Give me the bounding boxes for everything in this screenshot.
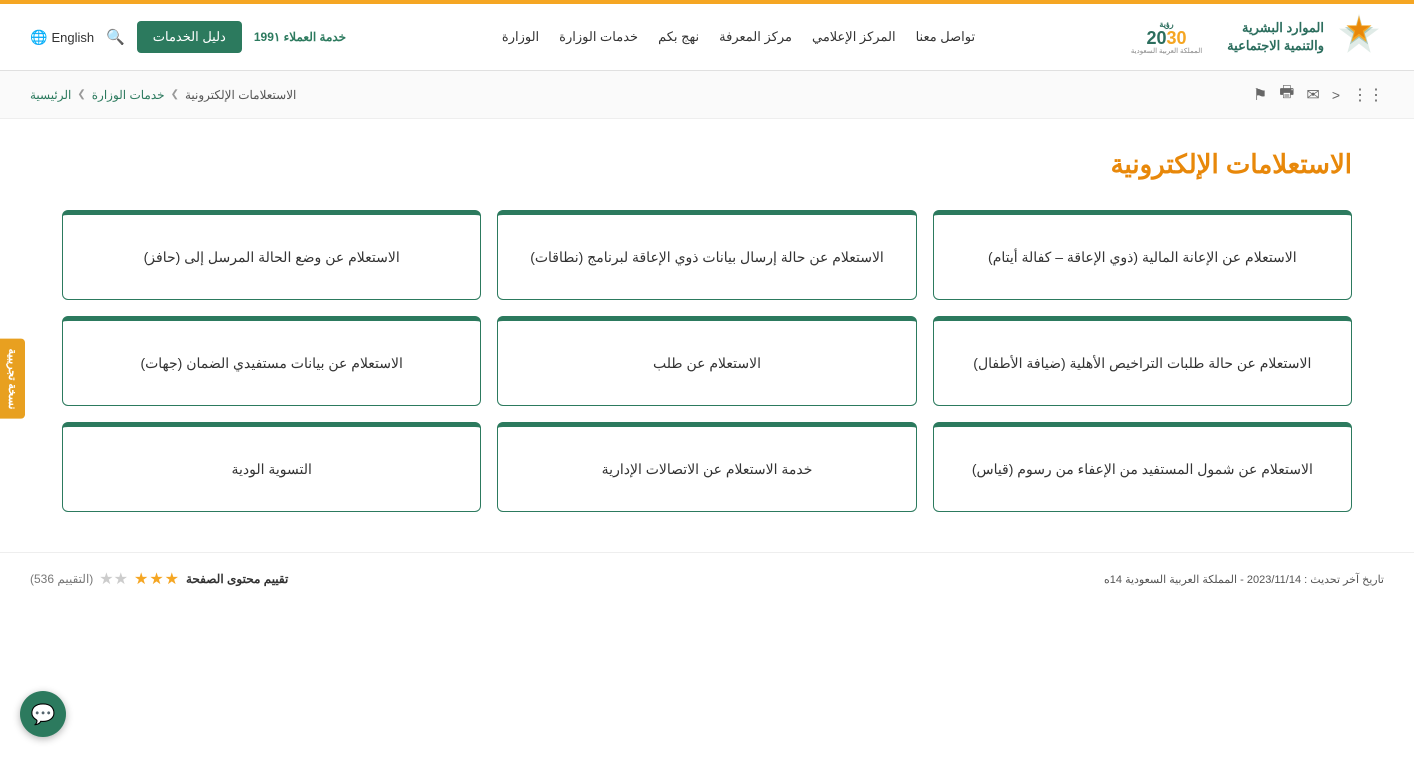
- card-disability-data[interactable]: الاستعلام عن حالة إرسال بيانات ذوي الإعا…: [497, 210, 916, 300]
- nav-item-media[interactable]: المركز الإعلامي: [812, 25, 896, 49]
- header-right: خدمة العملاء 199١ دليل الخدمات 🔍 English…: [30, 21, 346, 53]
- email-icon[interactable]: ✉: [1306, 85, 1319, 105]
- print-icon[interactable]: 🖶: [1279, 81, 1294, 108]
- nav-item-nhj[interactable]: نهج بكم: [658, 25, 699, 49]
- side-tab-beta[interactable]: نسخة تجريبية: [0, 338, 25, 419]
- nav-item-ministry[interactable]: الوزارة: [502, 25, 539, 49]
- main-nav: تواصل معنا المركز الإعلامي مركز المعرفة …: [346, 25, 1131, 49]
- bookmark-icon[interactable]: ⚑: [1253, 85, 1267, 105]
- card-licenses-status[interactable]: الاستعلام عن حالة طلبات التراخيص الأهلية…: [933, 316, 1352, 406]
- card-request-inquiry[interactable]: الاستعلام عن طلب: [497, 316, 916, 406]
- language-label: English: [51, 30, 94, 45]
- cards-grid: الاستعلام عن الإعانة المالية (ذوي الإعاق…: [62, 210, 1352, 512]
- filled-stars[interactable]: ★★★: [134, 569, 180, 589]
- page-title: الاستعلامات الإلكترونية: [62, 149, 1352, 180]
- services-guide-button[interactable]: دليل الخدمات: [137, 21, 242, 53]
- share-icon[interactable]: ⋮⋮: [1352, 85, 1384, 105]
- breadcrumb-ministry-services[interactable]: خدمات الوزارة: [92, 88, 165, 102]
- breadcrumb-bar: ⋮⋮ < ✉ 🖶 ⚑ الاستعلامات الإلكترونية ❯ خدم…: [0, 71, 1414, 119]
- share-social-icon[interactable]: <: [1332, 87, 1340, 103]
- empty-stars[interactable]: ★★: [99, 569, 128, 589]
- customer-service-label[interactable]: خدمة العملاء 199١: [254, 30, 346, 44]
- card-beneficiaries-data[interactable]: الاستعلام عن بيانات مستفيدي الضمان (جهات…: [62, 316, 481, 406]
- rating-area: تقييم محتوى الصفحة ★★★ ★★ (التقييم 536): [30, 569, 288, 589]
- globe-icon: 🌐: [30, 29, 47, 46]
- card-admin-comms[interactable]: خدمة الاستعلام عن الاتصالات الإدارية: [497, 422, 916, 512]
- nav-item-knowledge[interactable]: مركز المعرفة: [719, 25, 792, 49]
- header: الموارد البشرية والتنمية الاجتماعية رؤية…: [0, 4, 1414, 71]
- breadcrumb-home[interactable]: الرئيسية: [30, 88, 71, 102]
- nav-item-ministry-services[interactable]: خدمات الوزارة: [559, 25, 638, 49]
- chat-button[interactable]: 💬: [20, 691, 66, 737]
- search-icon[interactable]: 🔍: [106, 28, 125, 46]
- logo-area: الموارد البشرية والتنمية الاجتماعية رؤية…: [1131, 12, 1384, 62]
- language-switcher[interactable]: English 🌐: [30, 29, 94, 46]
- rating-label: تقييم محتوى الصفحة: [186, 572, 288, 586]
- last-update-text: تاريخ آخر تحديث : 2023/11/14 - المملكة ا…: [1104, 573, 1384, 586]
- card-hafiz-status[interactable]: الاستعلام عن وضع الحالة المرسل إلى (حافز…: [62, 210, 481, 300]
- vision-2030-logo: رؤية 2030 المملكة العربية السعودية: [1131, 20, 1202, 55]
- rating-count: (التقييم 536): [30, 572, 93, 586]
- ministry-name: الموارد البشرية والتنمية الاجتماعية: [1227, 19, 1324, 55]
- footer-bar: تاريخ آخر تحديث : 2023/11/14 - المملكة ا…: [0, 552, 1414, 605]
- main-content: الاستعلامات الإلكترونية الاستعلام عن الإ…: [32, 119, 1382, 532]
- breadcrumb-current: الاستعلامات الإلكترونية: [185, 88, 296, 102]
- breadcrumb: الاستعلامات الإلكترونية ❯ خدمات الوزارة …: [30, 88, 296, 102]
- card-amicable-settlement[interactable]: التسوية الودية: [62, 422, 481, 512]
- toolbar-icons: ⋮⋮ < ✉ 🖶 ⚑: [1253, 81, 1384, 108]
- breadcrumb-sep-2: ❯: [171, 89, 179, 100]
- ministry-logo-icon: [1334, 12, 1384, 62]
- breadcrumb-sep-1: ❯: [77, 89, 85, 100]
- card-financial-aid[interactable]: الاستعلام عن الإعانة المالية (ذوي الإعاق…: [933, 210, 1352, 300]
- card-qiyas-exemption[interactable]: الاستعلام عن شمول المستفيد من الإعفاء من…: [933, 422, 1352, 512]
- nav-item-contact[interactable]: تواصل معنا: [916, 25, 976, 49]
